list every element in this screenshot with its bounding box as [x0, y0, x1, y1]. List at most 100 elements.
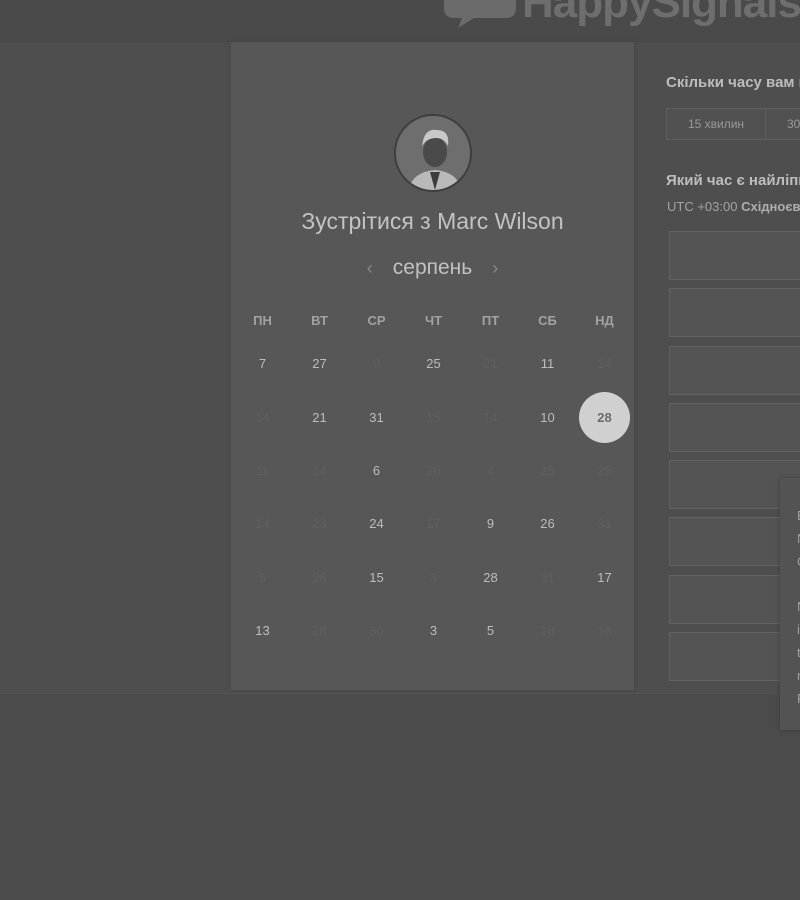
day-number: 26 — [426, 462, 441, 478]
day-number: 17 — [597, 569, 612, 585]
previous-month-chevron-icon[interactable]: ‹ — [361, 259, 379, 277]
calendar-day-unavailable: 25 — [519, 444, 576, 497]
calendar-day-available[interactable]: 13 — [234, 604, 291, 657]
calendar-day-available[interactable]: 9 — [462, 497, 519, 550]
day-number: 21 — [483, 356, 498, 372]
header: HappySignals — [0, 0, 800, 42]
day-number: 18 — [540, 623, 555, 639]
calendar-day-unavailable: 11 — [234, 444, 291, 497]
day-number: 31 — [597, 516, 612, 532]
calendar-grid: ПН ВТ СР ЧТ ПТ СБ НД 7 27 9 25 21 11 14 14 21 31 1… — [234, 304, 634, 657]
day-number: 27 — [312, 356, 327, 372]
calendar-day-unavailable: 31 — [576, 497, 633, 550]
day-number: 3 — [429, 569, 438, 585]
day-number: 30 — [369, 623, 384, 639]
calendar-week-row: 7 27 9 25 21 11 14 — [234, 337, 634, 390]
day-number: 26 — [312, 569, 327, 585]
day-number: 25 — [597, 462, 612, 478]
day-number: 25 — [426, 356, 441, 372]
day-number: 28 — [312, 623, 327, 639]
day-number: 21 — [312, 409, 327, 425]
calendar-day-available[interactable]: 21 — [291, 391, 348, 444]
day-number: 14 — [597, 356, 612, 372]
calendar-day-available[interactable]: 17 — [576, 551, 633, 604]
calendar-day-available[interactable]: 31 — [348, 391, 405, 444]
time-slot-button[interactable] — [669, 231, 800, 280]
calendar-day-unavailable: 4 — [462, 444, 519, 497]
calendar-day-available[interactable]: 25 — [405, 337, 462, 390]
person-photo-icon — [396, 116, 470, 190]
calendar-day-unavailable: 31 — [519, 551, 576, 604]
calendar-day-available[interactable]: 28 — [462, 551, 519, 604]
day-number: 9 — [486, 516, 495, 532]
weekday-label: ПТ — [481, 313, 500, 328]
month-label: серпень — [392, 256, 473, 279]
calendar-day-unavailable: 18 — [519, 604, 576, 657]
calendar-day-unavailable: 14 — [234, 497, 291, 550]
day-number: 6 — [372, 462, 381, 478]
day-number: 9 — [372, 356, 381, 372]
day-number: 31 — [540, 569, 555, 585]
day-number: 13 — [255, 623, 270, 639]
day-number: 3 — [429, 623, 438, 639]
time-slot-button[interactable] — [669, 288, 800, 338]
timezone-name[interactable]: Східноєвропейський літній час — [741, 199, 800, 214]
calendar-weeks: 7 27 9 25 21 11 14 14 21 31 15 14 10 28 11 14 6 26 4 25 25 14… — [234, 337, 634, 657]
day-number: 7 — [258, 356, 267, 372]
calendar-day-available[interactable]: 24 — [348, 497, 405, 550]
calendar-day-available[interactable]: 26 — [519, 497, 576, 550]
calendar-day-available[interactable]: 5 — [462, 604, 519, 657]
calendar-day-unavailable: 14 — [234, 391, 291, 444]
weekday-label: СР — [367, 313, 386, 328]
calendar-day-unavailable: 5 — [234, 551, 291, 604]
next-month-chevron-icon[interactable]: › — [486, 259, 504, 277]
calendar-day-unavailable: 18 — [576, 604, 633, 657]
day-number: 11 — [540, 356, 555, 372]
calendar-day-unavailable: 23 — [291, 497, 348, 550]
month-navigation: ‹ серпень › — [231, 254, 634, 282]
calendar-day-unavailable: 14 — [462, 391, 519, 444]
duration-option-15[interactable]: 15 хвилин — [667, 109, 766, 139]
meeting-title: Зустрітися з Marc Wilson — [301, 208, 564, 234]
calendar-day-available[interactable]: 15 — [348, 551, 405, 604]
day-number: 28 — [597, 409, 612, 425]
calendar-day-available[interactable]: 6 — [348, 444, 405, 497]
calendar-week-row: 5 26 15 3 28 31 17 — [234, 551, 634, 604]
day-number: 14 — [483, 409, 498, 425]
day-number: 15 — [426, 409, 441, 425]
avatar — [394, 114, 472, 192]
day-number: 5 — [486, 623, 495, 639]
day-number: 31 — [369, 409, 384, 425]
calendar-day-unavailable: 25 — [576, 444, 633, 497]
calendar-day-available[interactable]: 10 — [519, 391, 576, 444]
time-slot-button[interactable] — [669, 345, 800, 395]
calendar-day-unavailable: 17 — [405, 497, 462, 550]
calendar-day-available[interactable]: 3 — [405, 604, 462, 657]
calendar-day-available[interactable]: 7 — [234, 337, 291, 390]
calendar-day-unavailable: 14 — [576, 337, 633, 390]
time-slot-button[interactable] — [669, 402, 800, 452]
calendar-day-unavailable: 30 — [348, 604, 405, 657]
brand[interactable]: HappySignals — [444, 0, 800, 28]
duration-question: Скільки часу вам потрібно? — [666, 74, 800, 91]
day-number: 25 — [540, 462, 555, 478]
calendar-day-unavailable: 28 — [291, 604, 348, 657]
calendar-day-available[interactable]: 27 — [291, 337, 348, 390]
duration-option-30[interactable]: 30 хвилин — [766, 109, 800, 139]
calendar-week-row: 14 23 24 17 9 26 31 — [234, 497, 634, 550]
time-question: Який час є найліпшим? — [666, 172, 800, 189]
calendar-day-unavailable: 15 — [405, 391, 462, 444]
calendar-day-unavailable: 3 — [405, 551, 462, 604]
day-number: 14 — [312, 462, 327, 478]
day-number: 10 — [540, 409, 555, 425]
day-number: 4 — [486, 462, 495, 478]
brand-name: HappySignals — [522, 0, 800, 27]
calendar-day-unavailable: 14 — [291, 444, 348, 497]
calendar-day-selected[interactable]: 28 — [576, 391, 633, 444]
calendar-day-unavailable: 26 — [291, 551, 348, 604]
weekday-label: СБ — [538, 313, 557, 328]
day-number: 11 — [255, 462, 270, 478]
weekday-header: ПН ВТ СР ЧТ ПТ СБ НД — [234, 304, 634, 337]
calendar-day-available[interactable]: 11 — [519, 337, 576, 390]
day-number: 24 — [369, 516, 384, 532]
